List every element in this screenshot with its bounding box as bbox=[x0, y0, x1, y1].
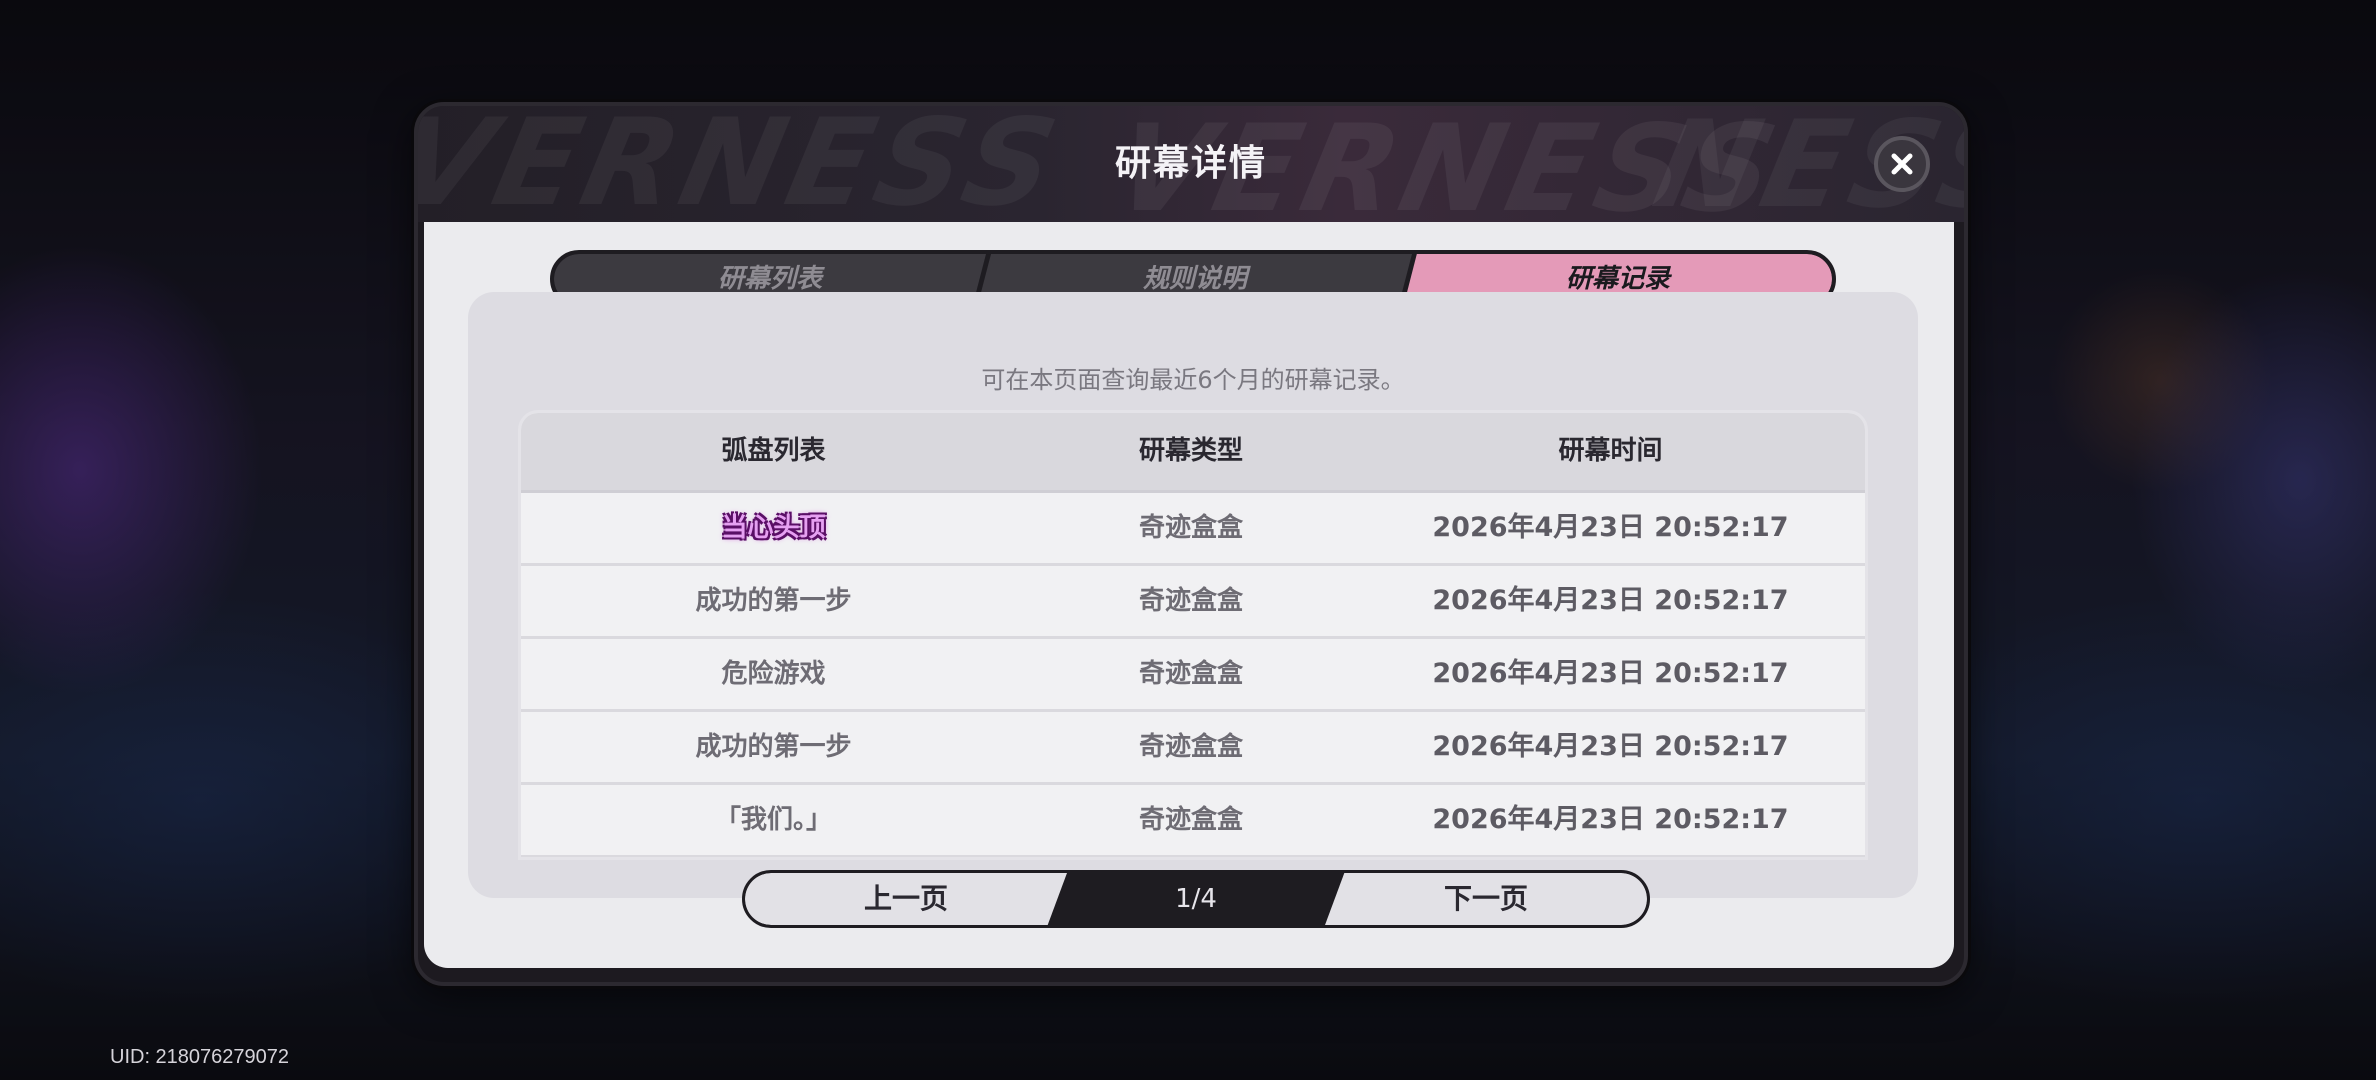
row-time: 2026年4月23日 20:52:17 bbox=[1432, 512, 1789, 543]
column-header-disc: 弧盘列表 bbox=[721, 436, 826, 466]
close-button[interactable] bbox=[1874, 136, 1930, 192]
pagination: 上一页 1/4 下一页 bbox=[742, 870, 1650, 928]
row-type: 奇迹盒盒 bbox=[1138, 586, 1243, 616]
row-disc-name: 当心头顶 bbox=[721, 513, 826, 543]
row-disc-name: 「我们。」 bbox=[714, 805, 832, 835]
table-row: 成功的第一步 奇迹盒盒 2026年4月23日 20:52:17 bbox=[521, 712, 1865, 785]
row-type: 奇迹盒盒 bbox=[1138, 732, 1243, 762]
row-disc-name: 危险游戏 bbox=[721, 659, 826, 689]
row-disc-name: 成功的第一步 bbox=[695, 586, 852, 616]
details-modal: VERNESS VERNESS NESS 研幕详情 研幕列表 规则说明 研幕记录 bbox=[414, 102, 1968, 986]
tab-label: 研幕记录 bbox=[1565, 264, 1670, 294]
next-page-button[interactable]: 下一页 bbox=[1325, 873, 1647, 925]
modal-title: 研幕详情 bbox=[1114, 143, 1267, 184]
row-type: 奇迹盒盒 bbox=[1138, 659, 1243, 689]
row-time: 2026年4月23日 20:52:17 bbox=[1432, 731, 1789, 762]
prev-page-label: 上一页 bbox=[863, 882, 948, 915]
row-disc-name: 成功的第一步 bbox=[695, 732, 852, 762]
row-type: 奇迹盒盒 bbox=[1138, 805, 1243, 835]
table-row: 成功的第一步 奇迹盒盒 2026年4月23日 20:52:17 bbox=[521, 566, 1865, 639]
records-panel: 可在本页面查询最近6个月的研幕记录。 弧盘列表 研幕类型 研幕时间 当心头顶 奇… bbox=[468, 292, 1918, 898]
table-row: 「我们。」 奇迹盒盒 2026年4月23日 20:52:17 bbox=[521, 785, 1865, 857]
tab-label: 研幕列表 bbox=[717, 264, 822, 294]
modal-body: 研幕列表 规则说明 研幕记录 可在本页面查询最近6个月的研幕记录。 弧盘列表 研… bbox=[424, 222, 1954, 968]
table-header: 弧盘列表 研幕类型 研幕时间 bbox=[521, 413, 1865, 493]
table-row: 当心头顶 奇迹盒盒 2026年4月23日 20:52:17 bbox=[521, 493, 1865, 566]
page-indicator: 1/4 bbox=[1175, 884, 1217, 914]
column-header-type: 研幕类型 bbox=[1138, 436, 1243, 466]
close-icon bbox=[1891, 153, 1913, 175]
tab-label: 规则说明 bbox=[1142, 264, 1247, 294]
records-table: 弧盘列表 研幕类型 研幕时间 当心头顶 奇迹盒盒 2026年4月23日 20:5… bbox=[518, 410, 1868, 860]
table-row: 危险游戏 奇迹盒盒 2026年4月23日 20:52:17 bbox=[521, 639, 1865, 712]
next-page-label: 下一页 bbox=[1443, 882, 1528, 915]
uid-label: UID: 218076279072 bbox=[110, 1046, 290, 1068]
prev-page-button[interactable]: 上一页 bbox=[745, 873, 1067, 925]
column-header-time: 研幕时间 bbox=[1558, 436, 1663, 466]
notice-text: 可在本页面查询最近6个月的研幕记录。 bbox=[981, 366, 1405, 394]
row-time: 2026年4月23日 20:52:17 bbox=[1432, 658, 1789, 689]
row-time: 2026年4月23日 20:52:17 bbox=[1432, 585, 1789, 616]
row-time: 2026年4月23日 20:52:17 bbox=[1432, 804, 1789, 835]
modal-header: VERNESS VERNESS NESS 研幕详情 bbox=[418, 106, 1964, 222]
row-type: 奇迹盒盒 bbox=[1138, 513, 1243, 543]
